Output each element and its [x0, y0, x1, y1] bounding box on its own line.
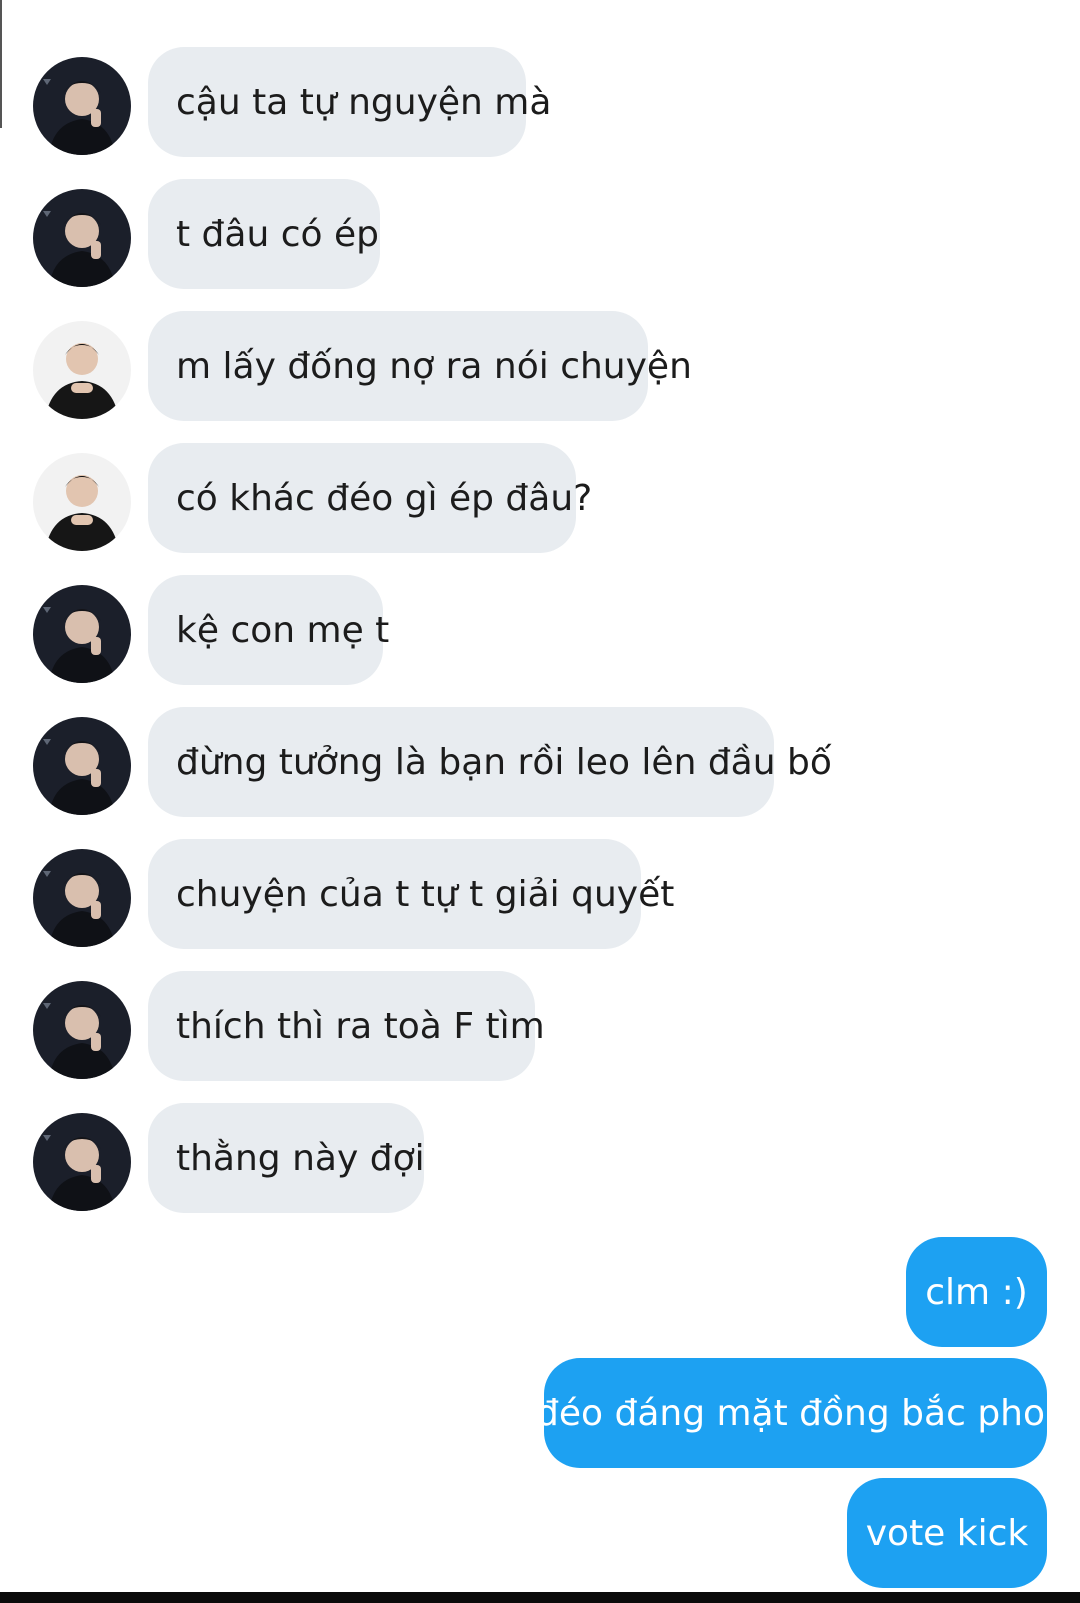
message-bubble-outgoing[interactable]: đéo đáng mặt đồng bắc phoi [536, 1358, 1055, 1468]
dark-jacket-avatar[interactable] [33, 189, 131, 287]
light-background-avatar[interactable] [33, 321, 131, 419]
bottom-edge-bar [0, 1592, 1080, 1603]
message-row-incoming: thằng này đợi [0, 1103, 1080, 1213]
message-text: cậu ta tự nguyện mà [176, 81, 552, 123]
message-bubble-incoming[interactable]: cậu ta tự nguyện mà [148, 47, 551, 157]
message-text: kệ con mẹ t [176, 609, 390, 651]
message-row-incoming: đừng tưởng là bạn rồi leo lên đầu bố [0, 707, 1080, 817]
message-row-incoming: có khác đéo gì ép đâu? [0, 443, 1080, 553]
message-row-incoming: cậu ta tự nguyện mà [0, 47, 1080, 157]
message-text: có khác đéo gì ép đâu? [176, 477, 593, 519]
message-bubble-outgoing[interactable]: vote kick [847, 1478, 1047, 1588]
message-bubble-incoming[interactable]: thằng này đợi [148, 1103, 425, 1213]
message-text: t đâu có ép [176, 213, 379, 255]
dark-jacket-avatar[interactable] [33, 717, 131, 815]
message-row-incoming: kệ con mẹ t [0, 575, 1080, 685]
message-row-incoming: chuyện của t tự t giải quyết [0, 839, 1080, 949]
chat-thread: cậu ta tự nguyện mà t đâu có ép m lấy đố… [0, 0, 1080, 1603]
message-text: m lấy đống nợ ra nói chuyện [176, 345, 692, 387]
message-bubble-incoming[interactable]: đừng tưởng là bạn rồi leo lên đầu bố [148, 707, 832, 817]
message-bubble-incoming[interactable]: m lấy đống nợ ra nói chuyện [148, 311, 692, 421]
message-bubble-incoming[interactable]: có khác đéo gì ép đâu? [148, 443, 592, 553]
message-bubble-incoming[interactable]: kệ con mẹ t [148, 575, 389, 685]
dark-jacket-avatar[interactable] [33, 849, 131, 947]
message-bubble-incoming[interactable]: chuyện của t tự t giải quyết [148, 839, 674, 949]
message-bubble-incoming[interactable]: thích thì ra toà F tìm [148, 971, 545, 1081]
message-row-incoming: t đâu có ép [0, 179, 1080, 289]
message-text: đừng tưởng là bạn rồi leo lên đầu bố [176, 741, 832, 783]
dark-jacket-avatar[interactable] [33, 57, 131, 155]
message-bubble-incoming[interactable]: t đâu có ép [148, 179, 380, 289]
dark-jacket-avatar[interactable] [33, 981, 131, 1079]
message-text: vote kick [865, 1512, 1029, 1554]
dark-jacket-avatar[interactable] [33, 1113, 131, 1211]
dark-jacket-avatar[interactable] [33, 585, 131, 683]
message-text: thằng này đợi [176, 1137, 425, 1179]
message-text: clm :) [925, 1271, 1028, 1313]
message-text: chuyện của t tự t giải quyết [176, 873, 675, 915]
message-text: đéo đáng mặt đồng bắc phoi [536, 1392, 1056, 1434]
light-background-avatar[interactable] [33, 453, 131, 551]
message-row-incoming: thích thì ra toà F tìm [0, 971, 1080, 1081]
message-row-incoming: m lấy đống nợ ra nói chuyện [0, 311, 1080, 421]
message-bubble-outgoing[interactable]: clm :) [906, 1237, 1047, 1347]
message-text: thích thì ra toà F tìm [176, 1005, 545, 1047]
